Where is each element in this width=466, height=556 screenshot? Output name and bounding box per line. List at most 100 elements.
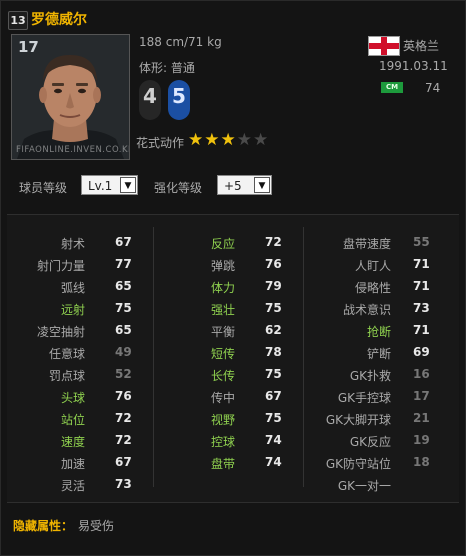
hidden-traits-label: 隐藏属性：: [13, 519, 74, 533]
season-badge-icon: 13: [8, 11, 28, 30]
player-level-value: Lv.1: [88, 179, 113, 193]
stat-name: 短传: [210, 347, 235, 361]
stat-row: 强壮 75: [167, 297, 287, 319]
stat-row: 反应 72: [167, 231, 287, 253]
position-badge: CM: [381, 82, 403, 93]
stat-value: 79: [265, 279, 282, 293]
stat-value: 16: [413, 367, 430, 381]
star-filled-icon: ★: [188, 130, 204, 150]
stat-row: GK手控球 17: [309, 385, 443, 407]
stat-row: 控球 74: [167, 429, 287, 451]
skill-stars: ★ ★ ★ ★ ★: [188, 132, 268, 149]
player-portrait: 17 FIFAONLINE.INVEN.CO.KR: [11, 34, 130, 160]
stat-value: 67: [115, 455, 132, 469]
stat-row: 任意球 49: [17, 341, 137, 363]
stat-name: 强壮: [210, 303, 235, 317]
chevron-down-icon[interactable]: ▼: [254, 177, 270, 193]
stat-name: 盘带速度: [342, 237, 391, 251]
stat-value: 62: [265, 323, 282, 337]
photo-watermark: FIFAONLINE.INVEN.CO.KR: [16, 145, 130, 155]
column-divider: [303, 227, 304, 487]
stat-value: 65: [115, 323, 132, 337]
england-flag-icon: [368, 36, 400, 56]
hidden-traits-value: 易受伤: [78, 519, 115, 533]
stat-name: 视野: [210, 413, 235, 427]
stat-value: 76: [265, 257, 282, 271]
star-empty-icon: ★: [253, 130, 269, 150]
nation-name: 英格兰: [403, 39, 440, 53]
stat-name: 头球: [60, 391, 85, 405]
stat-name: 弧线: [60, 281, 85, 295]
stat-name: 站位: [60, 413, 85, 427]
stat-value: 18: [413, 455, 430, 469]
stat-row: 盘带速度 55: [309, 231, 443, 253]
player-name: 罗德威尔: [31, 12, 87, 28]
stat-name: 速度: [60, 435, 85, 449]
stat-value: 74: [265, 433, 282, 447]
stat-name: 远射: [60, 303, 85, 317]
portrait-number: 17: [18, 38, 39, 56]
stat-value: 76: [115, 389, 132, 403]
overall-rating: 74: [425, 81, 441, 95]
stat-name: 反应: [210, 237, 235, 251]
stat-value: 75: [265, 301, 282, 315]
stat-value: 69: [413, 345, 430, 359]
stat-row: 弹跳 76: [167, 253, 287, 275]
stat-value: 72: [115, 411, 132, 425]
stat-row: 传中 67: [167, 385, 287, 407]
star-empty-icon: ★: [236, 130, 252, 150]
stat-row: 射术 67: [17, 231, 137, 253]
stat-row: 长传 75: [167, 363, 287, 385]
stats-column-1: 射术 67 射门力量 77 弧线 65 远射 75 凌空抽射 65 任意球 49 罚点球 52 头球 76 站位…: [17, 231, 137, 495]
stat-name: 抢断: [366, 325, 391, 339]
stat-value: 49: [115, 345, 132, 359]
stat-row: GK大脚开球 21: [309, 407, 443, 429]
stat-name: 体力: [210, 281, 235, 295]
stat-row: 铲断 69: [309, 341, 443, 363]
stat-name: 长传: [210, 369, 235, 383]
stat-row: 体力 79: [167, 275, 287, 297]
stat-value: 52: [115, 367, 132, 381]
chevron-down-icon[interactable]: ▼: [120, 177, 136, 193]
skill-moves-label: 花式动作: [136, 136, 185, 150]
stat-row: 抢断 71: [309, 319, 443, 341]
stat-value: 72: [115, 433, 132, 447]
player-level-select[interactable]: Lv.1 ▼: [81, 175, 138, 195]
enhance-level-select[interactable]: +5 ▼: [217, 175, 272, 195]
stat-row: 人盯人 71: [309, 253, 443, 275]
stat-row: 平衡 62: [167, 319, 287, 341]
stat-value: 67: [265, 389, 282, 403]
stat-name: 平衡: [210, 325, 235, 339]
stat-row: 加速 67: [17, 451, 137, 473]
stat-row: 视野 75: [167, 407, 287, 429]
stats-column-2: 反应 72 弹跳 76 体力 79 强壮 75 平衡 62 短传 78 长传 75 传中 67 视野 75 控球 74…: [167, 231, 287, 473]
stats-column-3: 盘带速度 55 人盯人 71 侵略性 71 战术意识 73 抢断 71 铲断 69 GK扑救 16 GK手控…: [309, 231, 443, 495]
stat-name: 控球: [210, 435, 235, 449]
stat-row: 站位 72: [17, 407, 137, 429]
stat-row: 弧线 65: [17, 275, 137, 297]
stat-row: 盘带 74: [167, 451, 287, 473]
stat-name: 人盯人: [354, 259, 391, 273]
stat-value: 21: [413, 411, 430, 425]
stat-row: 灵活 73: [17, 473, 137, 495]
stat-name: 弹跳: [210, 259, 235, 273]
stat-row: 罚点球 52: [17, 363, 137, 385]
stat-value: 75: [115, 301, 132, 315]
stat-name: GK防守站位: [325, 457, 391, 471]
player-level-label: 球员等级: [19, 181, 68, 195]
left-foot-icon: 4: [139, 80, 161, 120]
stat-name: GK大脚开球: [325, 413, 391, 427]
star-filled-icon: ★: [204, 130, 220, 150]
birth-date: 1991.03.11: [379, 59, 448, 73]
stat-value: 71: [413, 279, 430, 293]
stat-row: 战术意识 73: [309, 297, 443, 319]
stat-value: 74: [265, 455, 282, 469]
stat-row: GK一对一: [309, 473, 443, 495]
stat-name: 战术意识: [342, 303, 391, 317]
stat-value: 19: [413, 433, 430, 447]
stat-value: 75: [265, 367, 282, 381]
stat-value: 73: [115, 477, 132, 491]
stat-row: 射门力量 77: [17, 253, 137, 275]
stat-name: 射术: [60, 237, 85, 251]
stat-name: GK反应: [349, 435, 391, 449]
